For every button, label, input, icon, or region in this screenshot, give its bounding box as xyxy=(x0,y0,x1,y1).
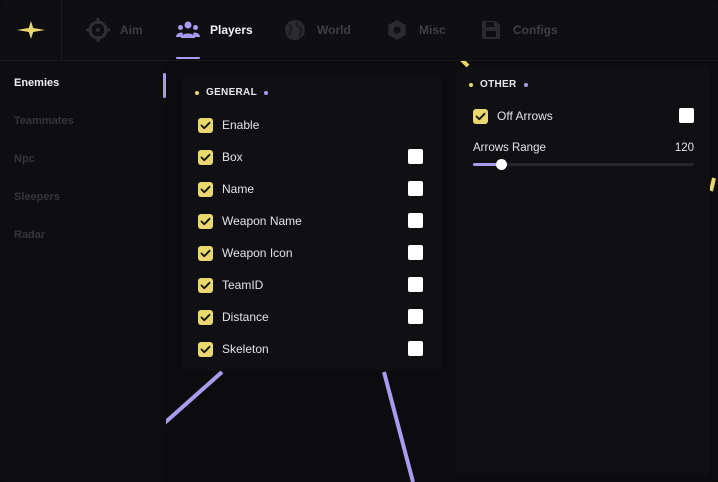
general-option-row: Enable xyxy=(198,116,259,134)
title-dot-right xyxy=(523,82,528,87)
globe-icon xyxy=(283,18,307,42)
checkmark-icon xyxy=(200,313,211,321)
option-checkbox[interactable] xyxy=(198,341,213,357)
sidebar-item-radar[interactable]: Radar xyxy=(14,229,45,241)
off-arrows-label: Off Arrows xyxy=(497,109,553,123)
option-color-box[interactable] xyxy=(408,277,423,292)
tab-misc[interactable]: Misc xyxy=(385,0,446,60)
option-label: Weapon Icon xyxy=(222,246,293,260)
checkmark-icon xyxy=(200,217,211,225)
crosshair-icon xyxy=(86,18,110,42)
option-label: Distance xyxy=(222,310,269,324)
other-title-text: OTHER xyxy=(480,79,517,90)
slider-thumb[interactable] xyxy=(496,159,507,170)
tab-misc-label: Misc xyxy=(419,23,446,37)
sidebar-item-npc[interactable]: Npc xyxy=(14,153,35,165)
checkmark-icon xyxy=(200,185,211,193)
tab-world[interactable]: World xyxy=(283,0,351,60)
arrows-range-header: Arrows Range 120 xyxy=(473,139,694,157)
option-checkbox[interactable] xyxy=(198,213,213,229)
tab-players[interactable]: Players xyxy=(176,0,253,60)
option-checkbox[interactable] xyxy=(198,277,213,293)
option-label: Weapon Name xyxy=(222,214,302,228)
active-tab-indicator xyxy=(176,57,200,59)
option-label: Skeleton xyxy=(222,342,269,356)
sidebar-item-teammates[interactable]: Teammates xyxy=(14,115,74,127)
option-color-box[interactable] xyxy=(408,181,423,196)
sidebar-item-enemies[interactable]: Enemies xyxy=(14,77,59,89)
general-option-row: Weapon Icon xyxy=(198,244,293,262)
checkmark-icon xyxy=(200,345,211,353)
general-option-row: TeamID xyxy=(198,276,263,294)
checkmark-icon xyxy=(200,153,211,161)
title-dot-right xyxy=(264,90,268,95)
other-panel xyxy=(456,67,710,475)
checkmark-icon xyxy=(475,112,486,120)
general-option-row: Box xyxy=(198,148,243,166)
general-option-row: Skeleton xyxy=(198,340,269,358)
top-navigation-bar: Aim Players World Misc Configs xyxy=(0,0,718,61)
title-dot-left xyxy=(469,82,473,87)
option-checkbox[interactable] xyxy=(198,245,213,261)
arrows-range-slider[interactable] xyxy=(473,159,694,170)
off-arrows-checkbox[interactable] xyxy=(473,108,488,124)
option-label: Name xyxy=(222,182,255,196)
general-option-row: Weapon Name xyxy=(198,212,302,230)
other-section-title: OTHER xyxy=(469,79,528,90)
option-checkbox[interactable] xyxy=(198,117,213,133)
arrows-range-value: 120 xyxy=(674,142,694,154)
option-checkbox[interactable] xyxy=(198,149,213,165)
tab-world-label: World xyxy=(317,23,351,37)
option-color-box[interactable] xyxy=(408,149,423,164)
checkmark-icon xyxy=(200,121,211,129)
option-color-box[interactable] xyxy=(408,309,423,324)
tab-aim[interactable]: Aim xyxy=(86,0,143,60)
option-color-box[interactable] xyxy=(408,213,423,228)
option-color-box[interactable] xyxy=(408,245,423,260)
general-title-text: GENERAL xyxy=(206,87,257,98)
save-icon xyxy=(479,18,503,42)
general-option-row: Distance xyxy=(198,308,269,326)
off-arrows-color-box[interactable] xyxy=(679,108,694,123)
general-option-row: Name xyxy=(198,180,254,198)
option-label: Enable xyxy=(222,118,260,132)
cheat-menu-window: Aim Players World Misc Configs Enemies T… xyxy=(0,0,718,482)
option-checkbox[interactable] xyxy=(198,181,213,197)
gear-icon xyxy=(385,18,409,42)
option-checkbox[interactable] xyxy=(198,309,213,325)
option-label: TeamID xyxy=(222,278,264,292)
title-dot-left xyxy=(195,90,199,95)
sidebar: Enemies Teammates Npc Sleepers Radar xyxy=(0,61,166,482)
tab-aim-label: Aim xyxy=(120,23,143,37)
arrows-range-label: Arrows Range xyxy=(473,142,546,154)
sparkle-icon xyxy=(16,21,45,39)
off-arrows-option: Off Arrows xyxy=(473,107,553,125)
tab-configs-label: Configs xyxy=(513,23,558,37)
checkmark-icon xyxy=(200,281,211,289)
sidebar-active-indicator xyxy=(163,73,166,98)
tab-players-label: Players xyxy=(210,23,253,37)
sidebar-item-sleepers[interactable]: Sleepers xyxy=(14,191,60,203)
checkmark-icon xyxy=(200,249,211,257)
option-color-box[interactable] xyxy=(408,341,423,356)
option-label: Box xyxy=(222,150,243,164)
general-section-title: GENERAL xyxy=(195,87,268,98)
tab-configs[interactable]: Configs xyxy=(479,0,558,60)
logo xyxy=(0,0,62,60)
users-icon xyxy=(176,18,200,42)
